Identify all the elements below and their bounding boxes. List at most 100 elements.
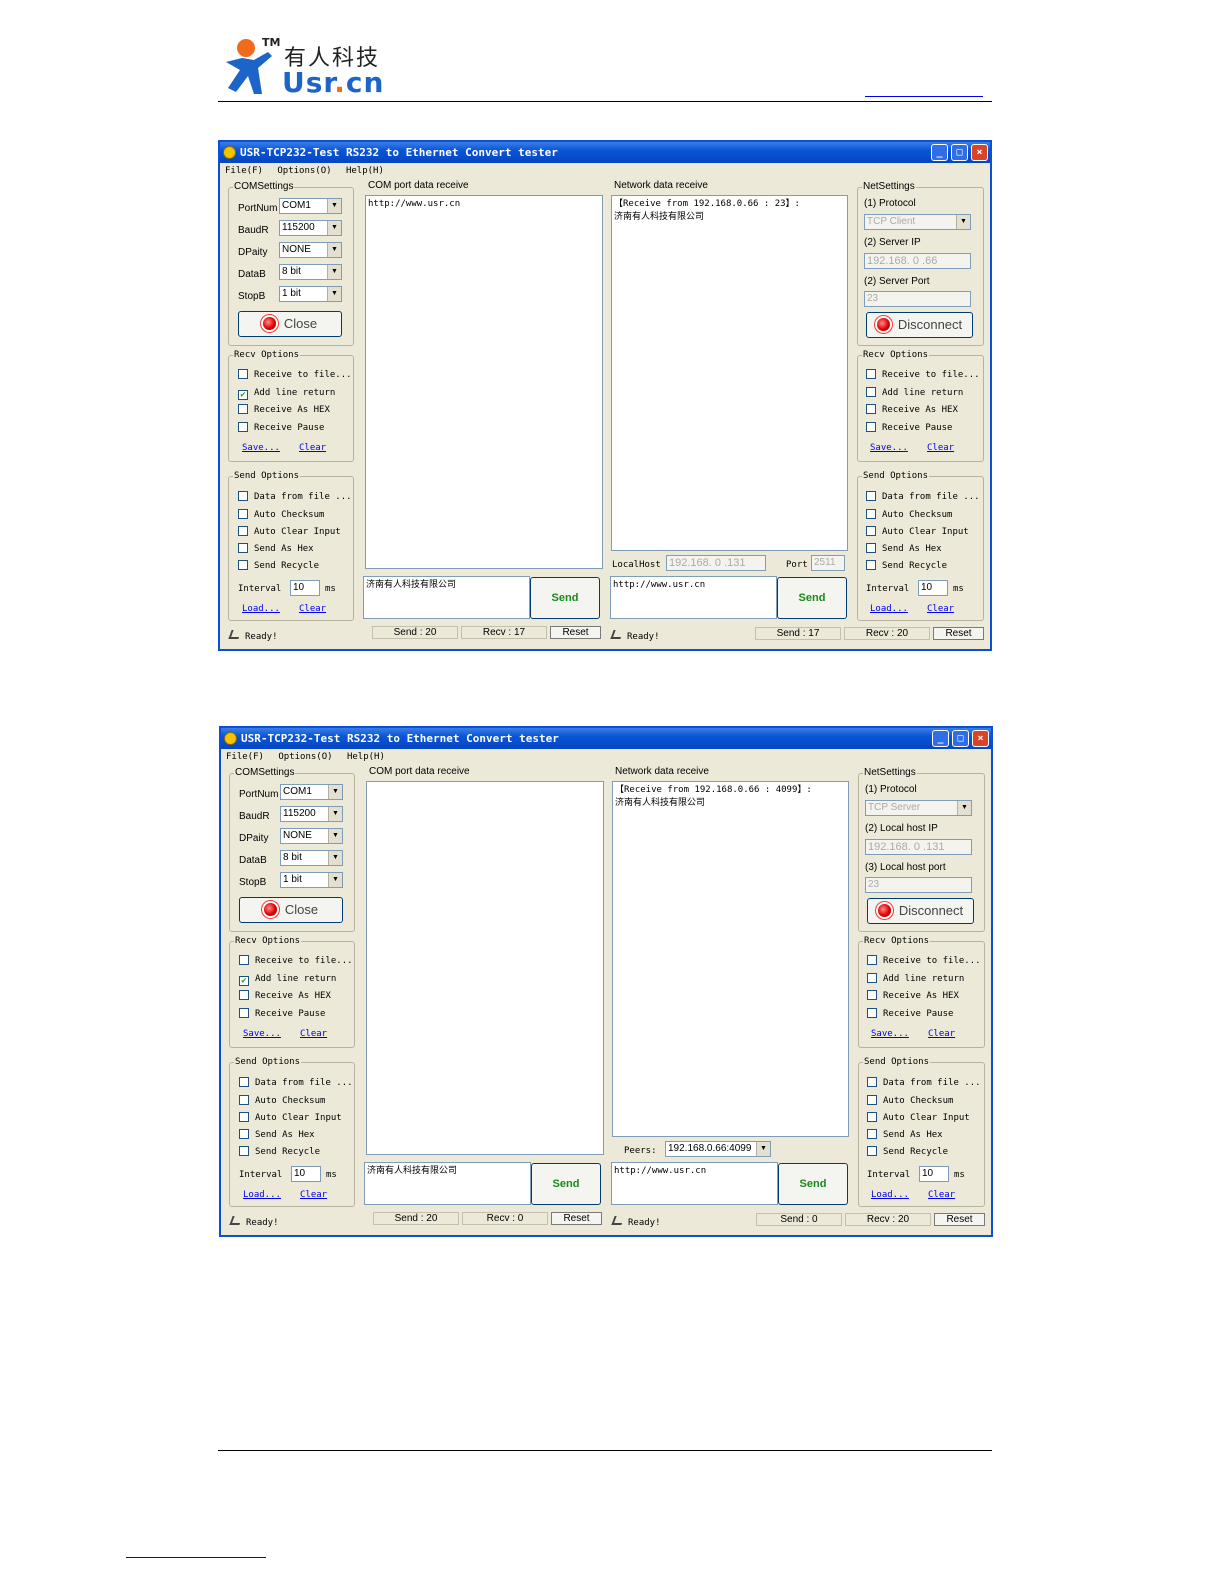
menu-options[interactable]: Options(O) bbox=[277, 166, 331, 176]
chevron-down-icon[interactable]: ▼ bbox=[328, 785, 342, 799]
load-link[interactable]: Load... bbox=[243, 1190, 281, 1200]
disconnect-button[interactable]: Disconnect bbox=[867, 898, 974, 924]
minimize-icon[interactable]: _ bbox=[931, 144, 948, 161]
checkbox-icon[interactable] bbox=[866, 509, 876, 519]
checkbox-icon[interactable] bbox=[866, 422, 876, 432]
chevron-down-icon[interactable]: ▼ bbox=[328, 829, 342, 843]
chevron-down-icon[interactable]: ▼ bbox=[957, 801, 971, 815]
checkbox-icon[interactable] bbox=[239, 955, 249, 965]
clear-link[interactable]: Clear bbox=[927, 604, 954, 614]
chevron-down-icon[interactable]: ▼ bbox=[327, 243, 341, 257]
net-reset-button[interactable]: Reset bbox=[933, 627, 984, 640]
menu-help[interactable]: Help(H) bbox=[347, 752, 385, 762]
checkbox-icon[interactable] bbox=[866, 543, 876, 553]
interval-input[interactable]: 10 bbox=[918, 580, 948, 596]
save-link[interactable]: Save... bbox=[243, 1029, 281, 1039]
checkbox-icon[interactable] bbox=[867, 1095, 877, 1105]
close-icon[interactable]: × bbox=[971, 144, 988, 161]
clear-link[interactable]: Clear bbox=[299, 604, 326, 614]
checkbox-add-line-return[interactable]: ✔ Add line return bbox=[239, 973, 336, 986]
disconnect-button[interactable]: Disconnect bbox=[866, 312, 973, 338]
checkmark-icon[interactable]: ✔ bbox=[238, 390, 248, 400]
checkbox-auto-clear-input[interactable]: Auto Clear Input bbox=[238, 526, 341, 538]
chevron-down-icon[interactable]: ▼ bbox=[327, 221, 341, 235]
menu-file[interactable]: File(F) bbox=[225, 166, 263, 176]
interval-input[interactable]: 10 bbox=[290, 580, 320, 596]
checkbox-send-recycle[interactable]: Send Recycle bbox=[239, 1146, 320, 1158]
checkbox-add-line-return[interactable]: Add line return bbox=[867, 973, 964, 985]
checkbox-receive-pause[interactable]: Receive Pause bbox=[239, 1008, 325, 1020]
port-input[interactable]: 23 bbox=[865, 877, 972, 893]
checkbox-receive-to-file[interactable]: Receive to file... bbox=[239, 955, 353, 967]
parity-select[interactable]: NONE ▼ bbox=[280, 828, 343, 844]
ip-input[interactable]: 192.168. 0 .131 bbox=[865, 839, 972, 855]
checkbox-receive-to-file[interactable]: Receive to file... bbox=[867, 955, 981, 967]
checkbox-icon[interactable] bbox=[238, 543, 248, 553]
checkbox-data-from-file[interactable]: Data from file ... bbox=[867, 1077, 981, 1089]
net-send-input[interactable]: http://www.usr.cn bbox=[611, 1162, 778, 1205]
chevron-down-icon[interactable]: ▼ bbox=[327, 287, 341, 301]
com-send-button[interactable]: Send bbox=[530, 577, 600, 619]
footer-link-underline[interactable] bbox=[126, 1557, 266, 1558]
checkbox-send-recycle[interactable]: Send Recycle bbox=[866, 560, 947, 572]
checkmark-icon[interactable]: ✔ bbox=[239, 976, 249, 986]
baud-select[interactable]: 115200 ▼ bbox=[279, 220, 342, 236]
clear-link[interactable]: Clear bbox=[299, 443, 326, 453]
interval-input[interactable]: 10 bbox=[919, 1166, 949, 1182]
peers-select[interactable]: 192.168.0.66:4099 ▼ bbox=[665, 1141, 771, 1157]
checkbox-icon[interactable] bbox=[866, 526, 876, 536]
checkbox-send-as-hex[interactable]: Send As Hex bbox=[238, 543, 314, 555]
clear-link[interactable]: Clear bbox=[300, 1190, 327, 1200]
chevron-down-icon[interactable]: ▼ bbox=[327, 199, 341, 213]
ip-input[interactable]: 192.168. 0 .66 bbox=[864, 253, 971, 269]
net-reset-button[interactable]: Reset bbox=[934, 1213, 985, 1226]
chevron-down-icon[interactable]: ▼ bbox=[327, 265, 341, 279]
checkbox-receive-pause[interactable]: Receive Pause bbox=[866, 422, 952, 434]
checkbox-send-as-hex[interactable]: Send As Hex bbox=[866, 543, 942, 555]
checkbox-icon[interactable] bbox=[238, 369, 248, 379]
clear-link[interactable]: Clear bbox=[928, 1190, 955, 1200]
checkbox-icon[interactable] bbox=[238, 422, 248, 432]
title-bar[interactable]: USR-TCP232-Test RS232 to Ethernet Conver… bbox=[221, 728, 991, 749]
localhost-input[interactable]: 192.168. 0 .131 bbox=[666, 555, 766, 571]
load-link[interactable]: Load... bbox=[871, 1190, 909, 1200]
com-reset-button[interactable]: Reset bbox=[551, 1212, 602, 1225]
save-link[interactable]: Save... bbox=[242, 443, 280, 453]
checkbox-icon[interactable] bbox=[866, 491, 876, 501]
minimize-icon[interactable]: _ bbox=[932, 730, 949, 747]
checkbox-icon[interactable] bbox=[238, 526, 248, 536]
checkbox-auto-clear-input[interactable]: Auto Clear Input bbox=[866, 526, 969, 538]
checkbox-icon[interactable] bbox=[239, 1077, 249, 1087]
checkbox-icon[interactable] bbox=[238, 404, 248, 414]
port-select[interactable]: COM1 ▼ bbox=[279, 198, 342, 214]
net-receive-area[interactable]: 【Receive from 192.168.0.66 : 4099】: 济南有人… bbox=[612, 781, 849, 1137]
checkbox-add-line-return[interactable]: Add line return bbox=[866, 387, 963, 399]
checkbox-icon[interactable] bbox=[239, 1112, 249, 1122]
checkbox-auto-clear-input[interactable]: Auto Clear Input bbox=[239, 1112, 342, 1124]
checkbox-receive-as-hex[interactable]: Receive As HEX bbox=[238, 404, 330, 416]
checkbox-icon[interactable] bbox=[239, 1146, 249, 1156]
chevron-down-icon[interactable]: ▼ bbox=[756, 1142, 770, 1156]
com-receive-area[interactable] bbox=[366, 781, 604, 1155]
net-receive-area[interactable]: 【Receive from 192.168.0.66 : 23】: 济南有人科技… bbox=[611, 195, 848, 551]
protocol-select[interactable]: TCP Client ▼ bbox=[864, 214, 971, 230]
checkbox-icon[interactable] bbox=[239, 1008, 249, 1018]
checkbox-icon[interactable] bbox=[867, 1129, 877, 1139]
title-bar[interactable]: USR-TCP232-Test RS232 to Ethernet Conver… bbox=[220, 142, 990, 163]
load-link[interactable]: Load... bbox=[870, 604, 908, 614]
checkbox-receive-as-hex[interactable]: Receive As HEX bbox=[867, 990, 959, 1002]
net-send-button[interactable]: Send bbox=[777, 577, 847, 619]
baud-select[interactable]: 115200 ▼ bbox=[280, 806, 343, 822]
checkbox-icon[interactable] bbox=[238, 560, 248, 570]
interval-input[interactable]: 10 bbox=[291, 1166, 321, 1182]
com-receive-area[interactable]: http://www.usr.cn bbox=[365, 195, 603, 569]
checkbox-auto-checksum[interactable]: Auto Checksum bbox=[239, 1095, 325, 1107]
checkbox-icon[interactable] bbox=[867, 973, 877, 983]
com-send-input[interactable]: 济南有人科技有限公司 bbox=[364, 1162, 531, 1205]
checkbox-auto-checksum[interactable]: Auto Checksum bbox=[238, 509, 324, 521]
header-link-underline[interactable] bbox=[865, 96, 983, 97]
checkbox-icon[interactable] bbox=[239, 1129, 249, 1139]
checkbox-icon[interactable] bbox=[867, 955, 877, 965]
checkbox-receive-to-file[interactable]: Receive to file... bbox=[866, 369, 980, 381]
chevron-down-icon[interactable]: ▼ bbox=[956, 215, 970, 229]
